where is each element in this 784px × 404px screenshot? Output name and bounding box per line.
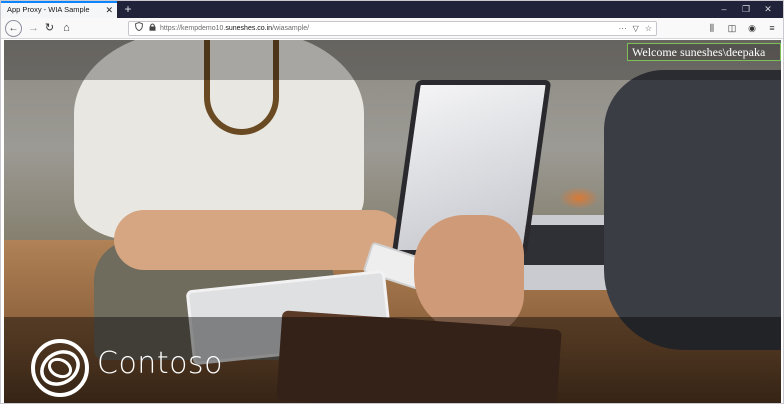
address-bar[interactable]: https://kempdemo10.suneshes.co.in/wiasam… (128, 21, 657, 36)
back-button[interactable]: ← (5, 20, 22, 37)
browser-window: App Proxy - WIA Sample ✕ + – ❐ ✕ ← → ↻ ⌂… (0, 0, 784, 404)
contoso-brand: Contoso (30, 338, 230, 398)
url-prefix: https:// (160, 25, 182, 32)
home-button[interactable]: ⌂ (58, 20, 75, 37)
url-domain: suneshes.co.in (225, 25, 273, 32)
forward-button[interactable]: → (25, 20, 42, 37)
contoso-logo-icon (30, 338, 90, 398)
reload-button[interactable]: ↻ (41, 20, 58, 37)
new-tab-button[interactable]: + (122, 1, 134, 18)
pocket-icon[interactable]: ▽ (633, 22, 639, 35)
url-path: /wiasample/ (272, 25, 310, 32)
close-window-button[interactable]: ✕ (757, 1, 779, 18)
scene-man-arm (604, 70, 781, 350)
navigation-bar: ← → ↻ ⌂ https://kempdemo10.suneshes.co.i… (1, 18, 783, 39)
library-icon[interactable]: ⫼ (705, 21, 719, 36)
browser-toolbar: ⫼ ◫ ◉ ≡ (705, 21, 779, 36)
page-actions-icon[interactable]: ··· (619, 22, 627, 35)
tab-close-icon[interactable]: ✕ (105, 3, 113, 17)
window-controls: – ❐ ✕ (713, 1, 779, 18)
url-host-prefix: kempdemo10. (181, 25, 226, 32)
lock-icon[interactable] (149, 22, 156, 35)
welcome-user-banner: Welcome suneshes\deepaka (627, 43, 781, 61)
shield-icon[interactable] (134, 21, 144, 35)
brand-name: Contoso (97, 346, 223, 381)
url-text[interactable]: https://kempdemo10.suneshes.co.in/wiasam… (160, 22, 309, 35)
tab-strip: App Proxy - WIA Sample ✕ + – ❐ ✕ (1, 1, 783, 18)
address-bar-actions: ··· ▽ ☆ (619, 22, 652, 35)
menu-icon[interactable]: ≡ (765, 21, 779, 36)
restore-button[interactable]: ❐ (735, 1, 757, 18)
tab-title: App Proxy - WIA Sample (7, 5, 90, 14)
bookmark-star-icon[interactable]: ☆ (645, 22, 652, 35)
scene-arm (114, 210, 404, 270)
active-tab[interactable]: App Proxy - WIA Sample ✕ (1, 1, 117, 18)
page-content: Welcome suneshes\deepaka Contoso (4, 40, 781, 403)
minimize-button[interactable]: – (713, 1, 735, 18)
sidebar-icon[interactable]: ◫ (725, 21, 739, 36)
account-icon[interactable]: ◉ (745, 21, 759, 36)
